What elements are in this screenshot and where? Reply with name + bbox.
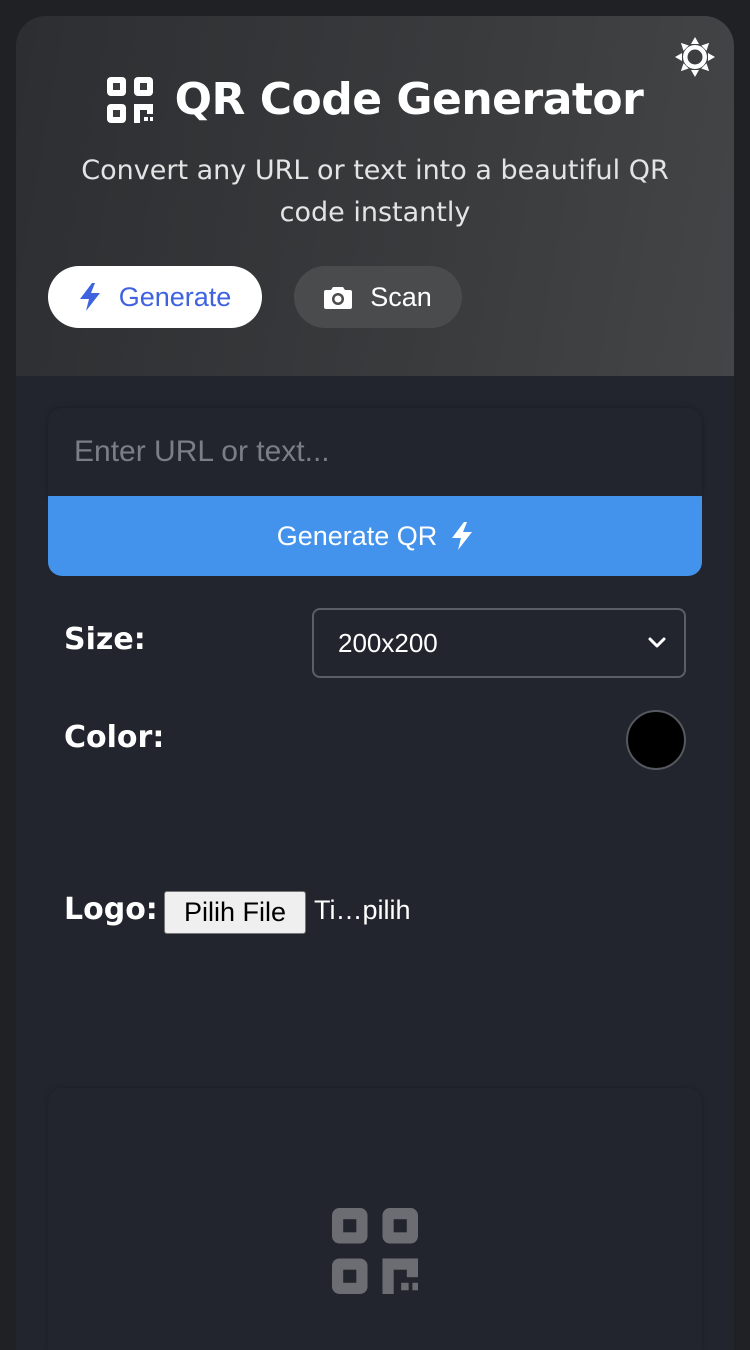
app-card: QR Code Generator Convert any URL or tex… [16,16,734,1350]
color-label: Color: [64,720,165,755]
url-input[interactable] [48,408,702,496]
camera-icon [324,287,353,309]
file-status-text: Ti…pilih [314,895,411,925]
qr-preview-area [48,1088,702,1350]
size-select[interactable]: 200x200 [312,608,686,678]
url-input-container [48,408,702,496]
tab-scan-label: Scan [370,281,432,312]
color-picker[interactable] [626,710,686,770]
title-row: QR Code Generator [16,74,734,125]
sun-icon [675,37,715,77]
tab-generate-label: Generate [118,281,232,312]
tab-generate[interactable]: Generate [48,266,262,328]
choose-file-button[interactable]: Pilih File [164,891,306,934]
generate-qr-label: Generate QR [276,520,438,551]
logo-label: Logo: [64,892,158,927]
size-select-value: 200x200 [338,627,438,658]
qr-code-icon [106,76,153,123]
theme-toggle-button[interactable] [674,36,716,78]
chevron-down-icon [648,637,666,648]
qr-code-icon [332,1208,418,1294]
size-label: Size: [64,622,146,657]
bolt-icon [452,522,473,550]
bolt-icon [79,283,100,311]
generate-qr-button[interactable]: Generate QR [48,496,702,576]
tab-scan[interactable]: Scan [294,266,462,328]
header: QR Code Generator Convert any URL or tex… [16,16,734,376]
page-title: QR Code Generator [174,74,644,125]
page-subtitle: Convert any URL or text into a beautiful… [81,155,669,228]
